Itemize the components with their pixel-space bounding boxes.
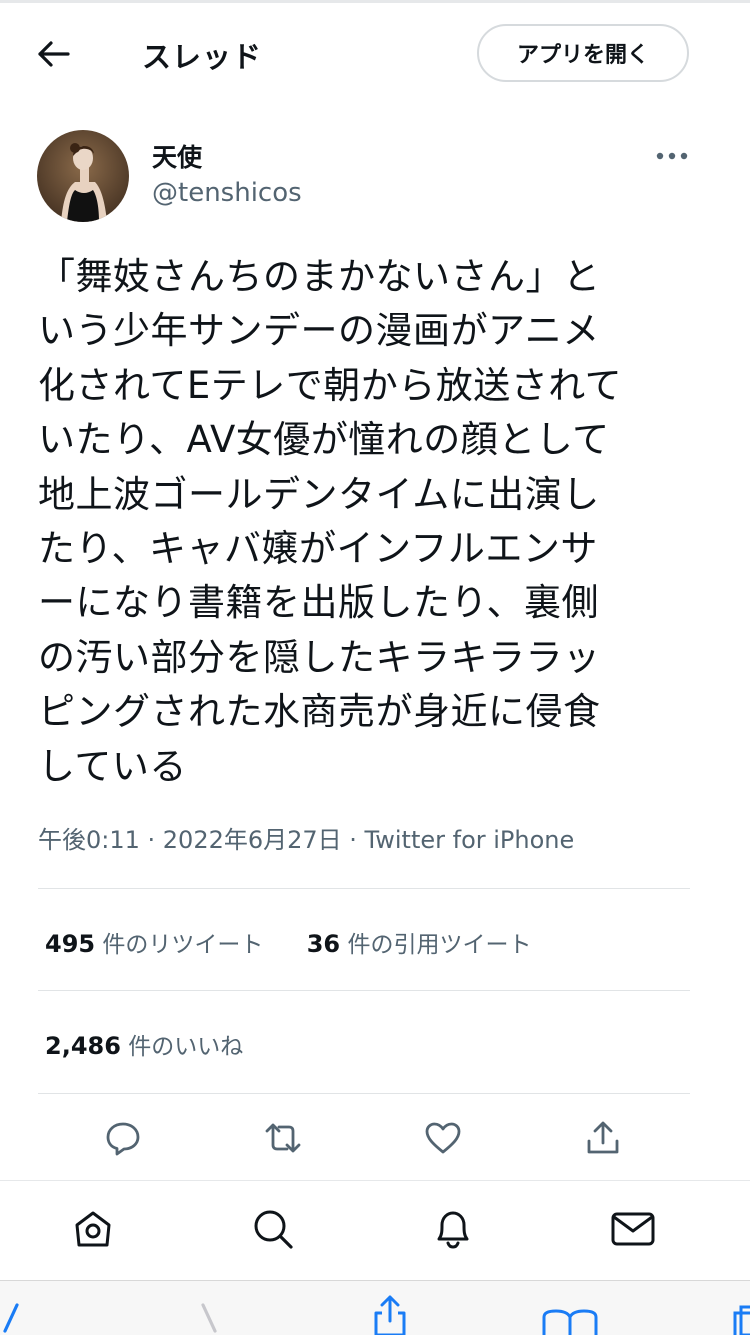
avatar[interactable] (37, 130, 129, 222)
divider (38, 990, 690, 991)
tweet-text: 「舞妓さんちのまかないさん」と いう少年サンデーの漫画がアニメ 化されてEテレで… (38, 255, 623, 788)
nav-notifications[interactable] (423, 1201, 483, 1261)
quotes-stat[interactable]: 36 件の引用ツイート (307, 925, 532, 959)
like-button[interactable] (413, 1110, 473, 1170)
more-options-button[interactable] (650, 140, 694, 168)
top-border (0, 0, 750, 3)
browser-bookmarks-button[interactable] (540, 1291, 600, 1335)
home-icon (71, 1207, 115, 1255)
likes-stats-row: 2,486 件のいいね (45, 1027, 243, 1061)
quotes-label: 件の引用ツイート (347, 932, 532, 958)
like-icon (423, 1119, 463, 1161)
retweet-button[interactable] (253, 1110, 313, 1170)
likes-label: 件のいいね (128, 1034, 244, 1060)
browser-back-button[interactable] (0, 1291, 40, 1335)
page-title: スレッド (142, 40, 263, 74)
divider (38, 1093, 690, 1094)
share-icon (370, 1291, 410, 1335)
back-arrow-icon (37, 40, 71, 72)
more-dots-icon (656, 145, 688, 164)
reply-icon (104, 1119, 142, 1161)
share-icon (584, 1119, 622, 1161)
thread-header: スレッド アプリを開く (0, 4, 750, 104)
nav-home[interactable] (63, 1201, 123, 1261)
tweet-timestamp[interactable]: 午後0:11 · 2022年6月27日 · Twitter for iPhone (38, 820, 574, 855)
retweets-stat[interactable]: 495 件のリツイート (45, 925, 263, 959)
author-handle[interactable]: @tenshicos (152, 178, 302, 208)
tweet-action-bar (38, 1110, 690, 1170)
retweets-label: 件のリツイート (102, 932, 264, 958)
author-name[interactable]: 天使 (152, 138, 202, 174)
book-icon (540, 1291, 600, 1335)
retweet-icon (261, 1119, 305, 1161)
bottom-navigation (0, 1180, 750, 1281)
back-button[interactable] (30, 32, 78, 80)
browser-toolbar (0, 1280, 750, 1335)
reply-button[interactable] (93, 1110, 153, 1170)
retweets-count: 495 (45, 930, 96, 958)
browser-share-button[interactable] (360, 1291, 420, 1335)
messages-icon (610, 1209, 656, 1253)
likes-count: 2,486 (45, 1032, 121, 1060)
search-icon (251, 1207, 295, 1255)
nav-search[interactable] (243, 1201, 303, 1261)
retweet-stats-row: 495 件のリツイート 36 件の引用ツイート (45, 925, 531, 959)
chevron-right-icon (195, 1291, 225, 1335)
likes-stat[interactable]: 2,486 件のいいね (45, 1027, 243, 1061)
tabs-icon (725, 1291, 750, 1335)
open-app-button[interactable]: アプリを開く (477, 24, 689, 82)
browser-tabs-button[interactable] (715, 1291, 750, 1335)
nav-messages[interactable] (603, 1201, 663, 1261)
quotes-count: 36 (306, 930, 341, 958)
notifications-icon (431, 1207, 475, 1255)
divider (38, 888, 690, 889)
chevron-left-icon (0, 1291, 25, 1335)
share-button[interactable] (573, 1110, 633, 1170)
browser-forward-button[interactable] (180, 1291, 240, 1335)
